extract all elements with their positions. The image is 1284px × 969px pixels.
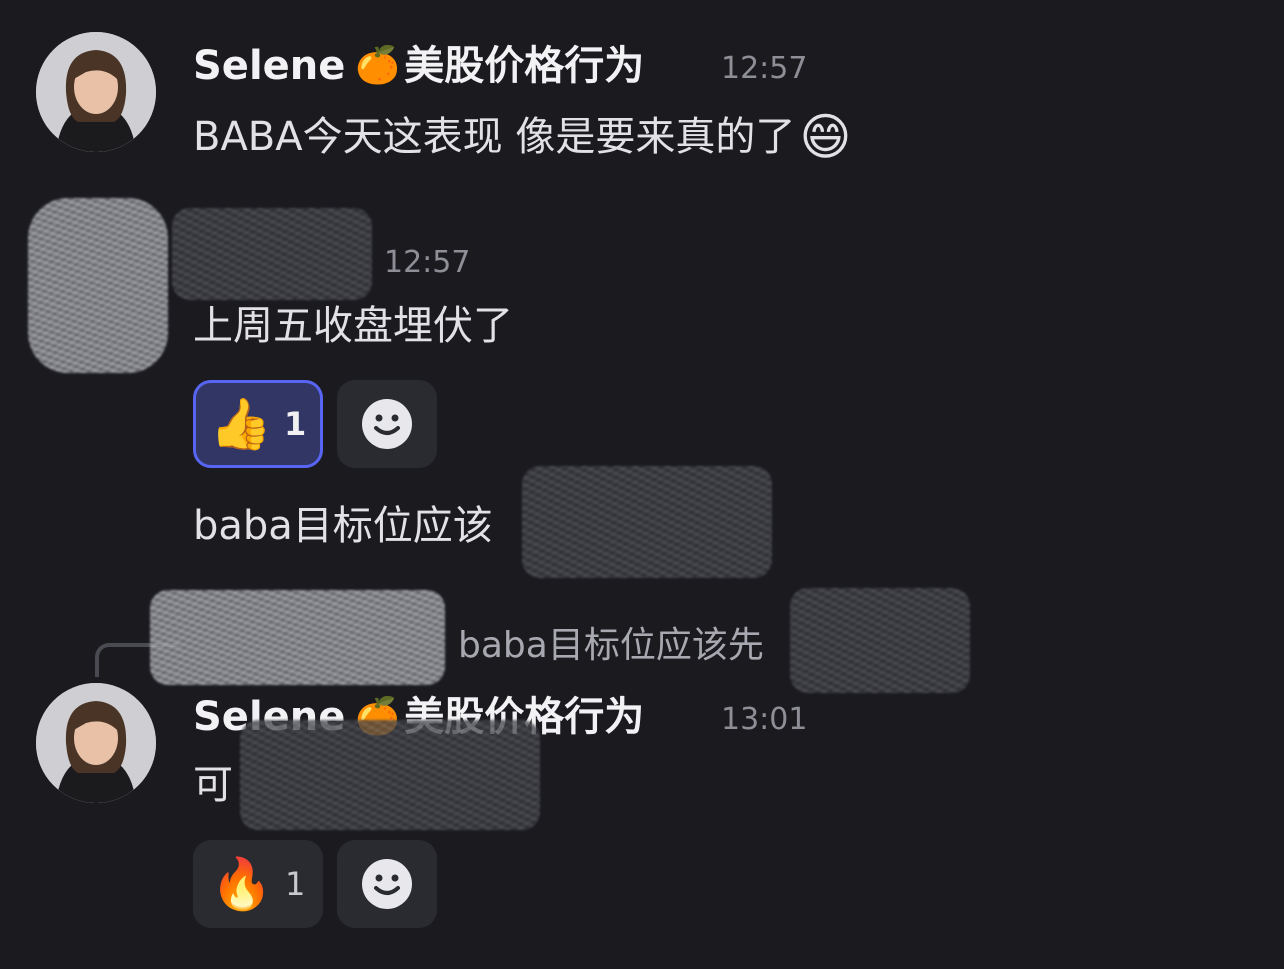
redacted-author-name	[172, 208, 372, 300]
message-timestamp: 13:01	[721, 702, 808, 737]
message-timestamp: 12:57	[721, 51, 808, 86]
redacted-avatar	[28, 198, 168, 373]
reaction-fire[interactable]: 🔥 1	[193, 840, 323, 928]
fire-icon: 🔥	[210, 855, 273, 913]
add-reaction-button[interactable]	[337, 840, 437, 928]
message-text-content: BABA今天这表现 像是要来真的了	[193, 114, 796, 160]
reaction-count: 1	[284, 405, 307, 443]
message-timestamp: 12:57	[384, 245, 471, 280]
grinning-emoji-icon: 😄	[799, 108, 852, 166]
author-role-text: 美股价格行为	[404, 43, 645, 89]
reaction-thumbs-up[interactable]: 👍 1	[193, 380, 323, 468]
message-text: 上周五收盘埋伏了	[193, 303, 513, 349]
avatar-selene[interactable]	[36, 683, 156, 803]
author-name-text: Selene	[193, 43, 346, 89]
message-text: 可	[193, 762, 233, 808]
followup-message-text: baba目标位应该	[193, 503, 493, 549]
reply-preview-text[interactable]: baba目标位应该先	[458, 628, 764, 664]
add-reaction-smiley-icon	[362, 399, 412, 449]
redacted-text-block	[522, 466, 772, 578]
redacted-reply-tail	[790, 588, 970, 693]
add-reaction-smiley-icon	[362, 859, 412, 909]
avatar-selene[interactable]	[36, 32, 156, 152]
redacted-text-block	[240, 720, 540, 830]
thumbs-up-icon: 👍	[209, 395, 272, 453]
message-text: BABA今天这表现 像是要来真的了😄	[193, 112, 851, 162]
orange-emoji-icon: 🍊	[355, 45, 401, 86]
author-name[interactable]: Selene 🍊 美股价格行为	[193, 46, 644, 86]
reaction-count: 1	[284, 865, 306, 903]
avatar-photo-icon	[36, 683, 156, 803]
add-reaction-button[interactable]	[337, 380, 437, 468]
avatar-photo-icon	[36, 32, 156, 152]
redacted-reply-author	[150, 590, 445, 685]
